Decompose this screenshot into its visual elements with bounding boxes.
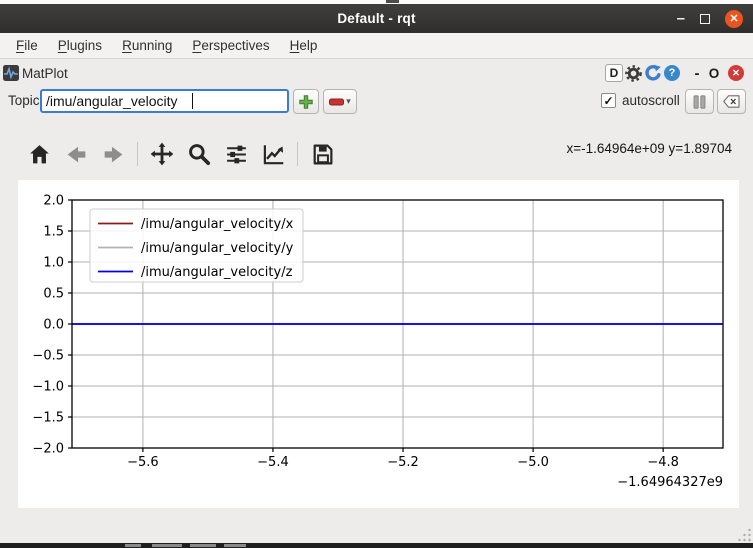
menu-plugins[interactable]: Plugins	[48, 38, 112, 53]
plugin-titlebar: MatPlot D ? - O ✕	[0, 60, 753, 86]
topic-bar: Topic ▾ ✓ autoscroll	[0, 87, 753, 117]
topic-input[interactable]	[40, 89, 289, 113]
plugin-float-button[interactable]: O	[706, 66, 722, 81]
x-tick-label: −4.8	[647, 455, 679, 470]
menu-help[interactable]: Help	[280, 38, 328, 53]
y-tick-label: 2.0	[43, 194, 64, 209]
settings-gear-icon[interactable]	[625, 65, 642, 82]
clear-button[interactable]	[717, 89, 746, 114]
topic-input-wrap	[40, 89, 289, 113]
y-tick-label: 0.0	[43, 318, 64, 333]
topic-label: Topic	[8, 93, 40, 108]
pan-icon[interactable]	[149, 141, 175, 167]
reload-icon[interactable]	[644, 64, 662, 82]
add-topic-button[interactable]	[293, 89, 319, 114]
y-tick-label: 1.5	[43, 225, 64, 240]
autoscroll-checkbox[interactable]: ✓	[601, 93, 616, 108]
back-icon[interactable]	[63, 141, 89, 167]
plugin-titlebar-buttons: D ? - O ✕	[605, 60, 744, 86]
matplotlib-toolbar	[26, 138, 335, 170]
matplot-plugin-icon	[3, 65, 19, 81]
menu-file[interactable]: File	[6, 38, 48, 53]
configure-subplots-icon[interactable]	[223, 141, 249, 167]
save-icon[interactable]	[309, 141, 335, 167]
legend: /imu/angular_velocity/x/imu/angular_velo…	[90, 209, 303, 282]
plot-canvas[interactable]: −5.6 −5.4 −5.2 −5.0 −4.8 2.0 1.5 1.0 0.5 0.0 −0.5 −…	[18, 180, 739, 508]
window-controls: – ✕	[677, 4, 743, 33]
forward-icon[interactable]	[100, 141, 126, 167]
plugin-title: MatPlot	[22, 66, 68, 81]
plot-svg: −5.6 −5.4 −5.2 −5.0 −4.8 2.0 1.5 1.0 0.5 0.0 −0.5 −…	[18, 180, 739, 508]
edit-axes-icon[interactable]	[260, 141, 286, 167]
y-tick-label: −1.5	[32, 411, 64, 426]
plugin-title-group: MatPlot	[0, 65, 68, 81]
pause-button[interactable]	[685, 89, 714, 114]
menu-running[interactable]: Running	[112, 38, 182, 53]
pause-icon	[693, 95, 706, 109]
window-titlebar[interactable]: Default - rqt – ✕	[0, 4, 753, 33]
x-tick-label: −5.6	[127, 455, 159, 470]
x-offset-label: −1.64964327e9	[617, 475, 723, 490]
plus-icon	[298, 94, 314, 110]
x-tick-label: −5.0	[517, 455, 549, 470]
window-title: Default - rqt	[337, 11, 415, 26]
minus-icon	[329, 98, 344, 106]
background-window-strip	[0, 543, 753, 548]
toolbar-separator	[297, 142, 298, 166]
plugin-minimize-button[interactable]: -	[690, 65, 704, 82]
y-tick-label: 1.0	[43, 256, 64, 271]
background-window-notch	[386, 0, 399, 3]
resize-grip[interactable]	[736, 526, 752, 544]
zoom-rect-icon[interactable]	[186, 141, 212, 167]
legend-label: /imu/angular_velocity/z	[141, 265, 293, 280]
rqt-window: Default - rqt – ✕ FilePluginsRunningPers…	[0, 0, 753, 548]
menu-perspectives[interactable]: Perspectives	[182, 38, 279, 53]
legend-label: /imu/angular_velocity/y	[141, 241, 294, 256]
window-minimize-button[interactable]: –	[677, 14, 685, 24]
x-tick-label: −5.4	[257, 455, 289, 470]
autoscroll-label: autoscroll	[622, 93, 680, 108]
y-tick-label: −2.0	[32, 442, 64, 457]
home-icon[interactable]	[26, 141, 52, 167]
chevron-down-icon: ▾	[346, 96, 351, 107]
window-maximize-button[interactable]	[700, 14, 710, 24]
menu-bar: FilePluginsRunningPerspectivesHelp	[0, 33, 753, 59]
y-tick-label: 0.5	[43, 287, 64, 302]
remove-topic-button[interactable]: ▾	[323, 89, 357, 114]
y-tick-label: −1.0	[32, 380, 64, 395]
text-cursor	[192, 93, 193, 109]
cursor-coordinates-readout: x=-1.64964e+09 y=1.89704	[566, 141, 732, 156]
x-tick-label: −5.2	[387, 455, 419, 470]
y-tick-label: −0.5	[32, 349, 64, 364]
legend-label: /imu/angular_velocity/x	[141, 217, 294, 232]
plugin-close-button[interactable]: ✕	[728, 65, 744, 81]
window-close-button[interactable]: ✕	[725, 10, 743, 28]
help-icon[interactable]: ?	[664, 65, 680, 81]
clear-backspace-icon	[723, 95, 740, 108]
dock-button[interactable]: D	[605, 64, 623, 82]
toolbar-separator	[137, 142, 138, 166]
